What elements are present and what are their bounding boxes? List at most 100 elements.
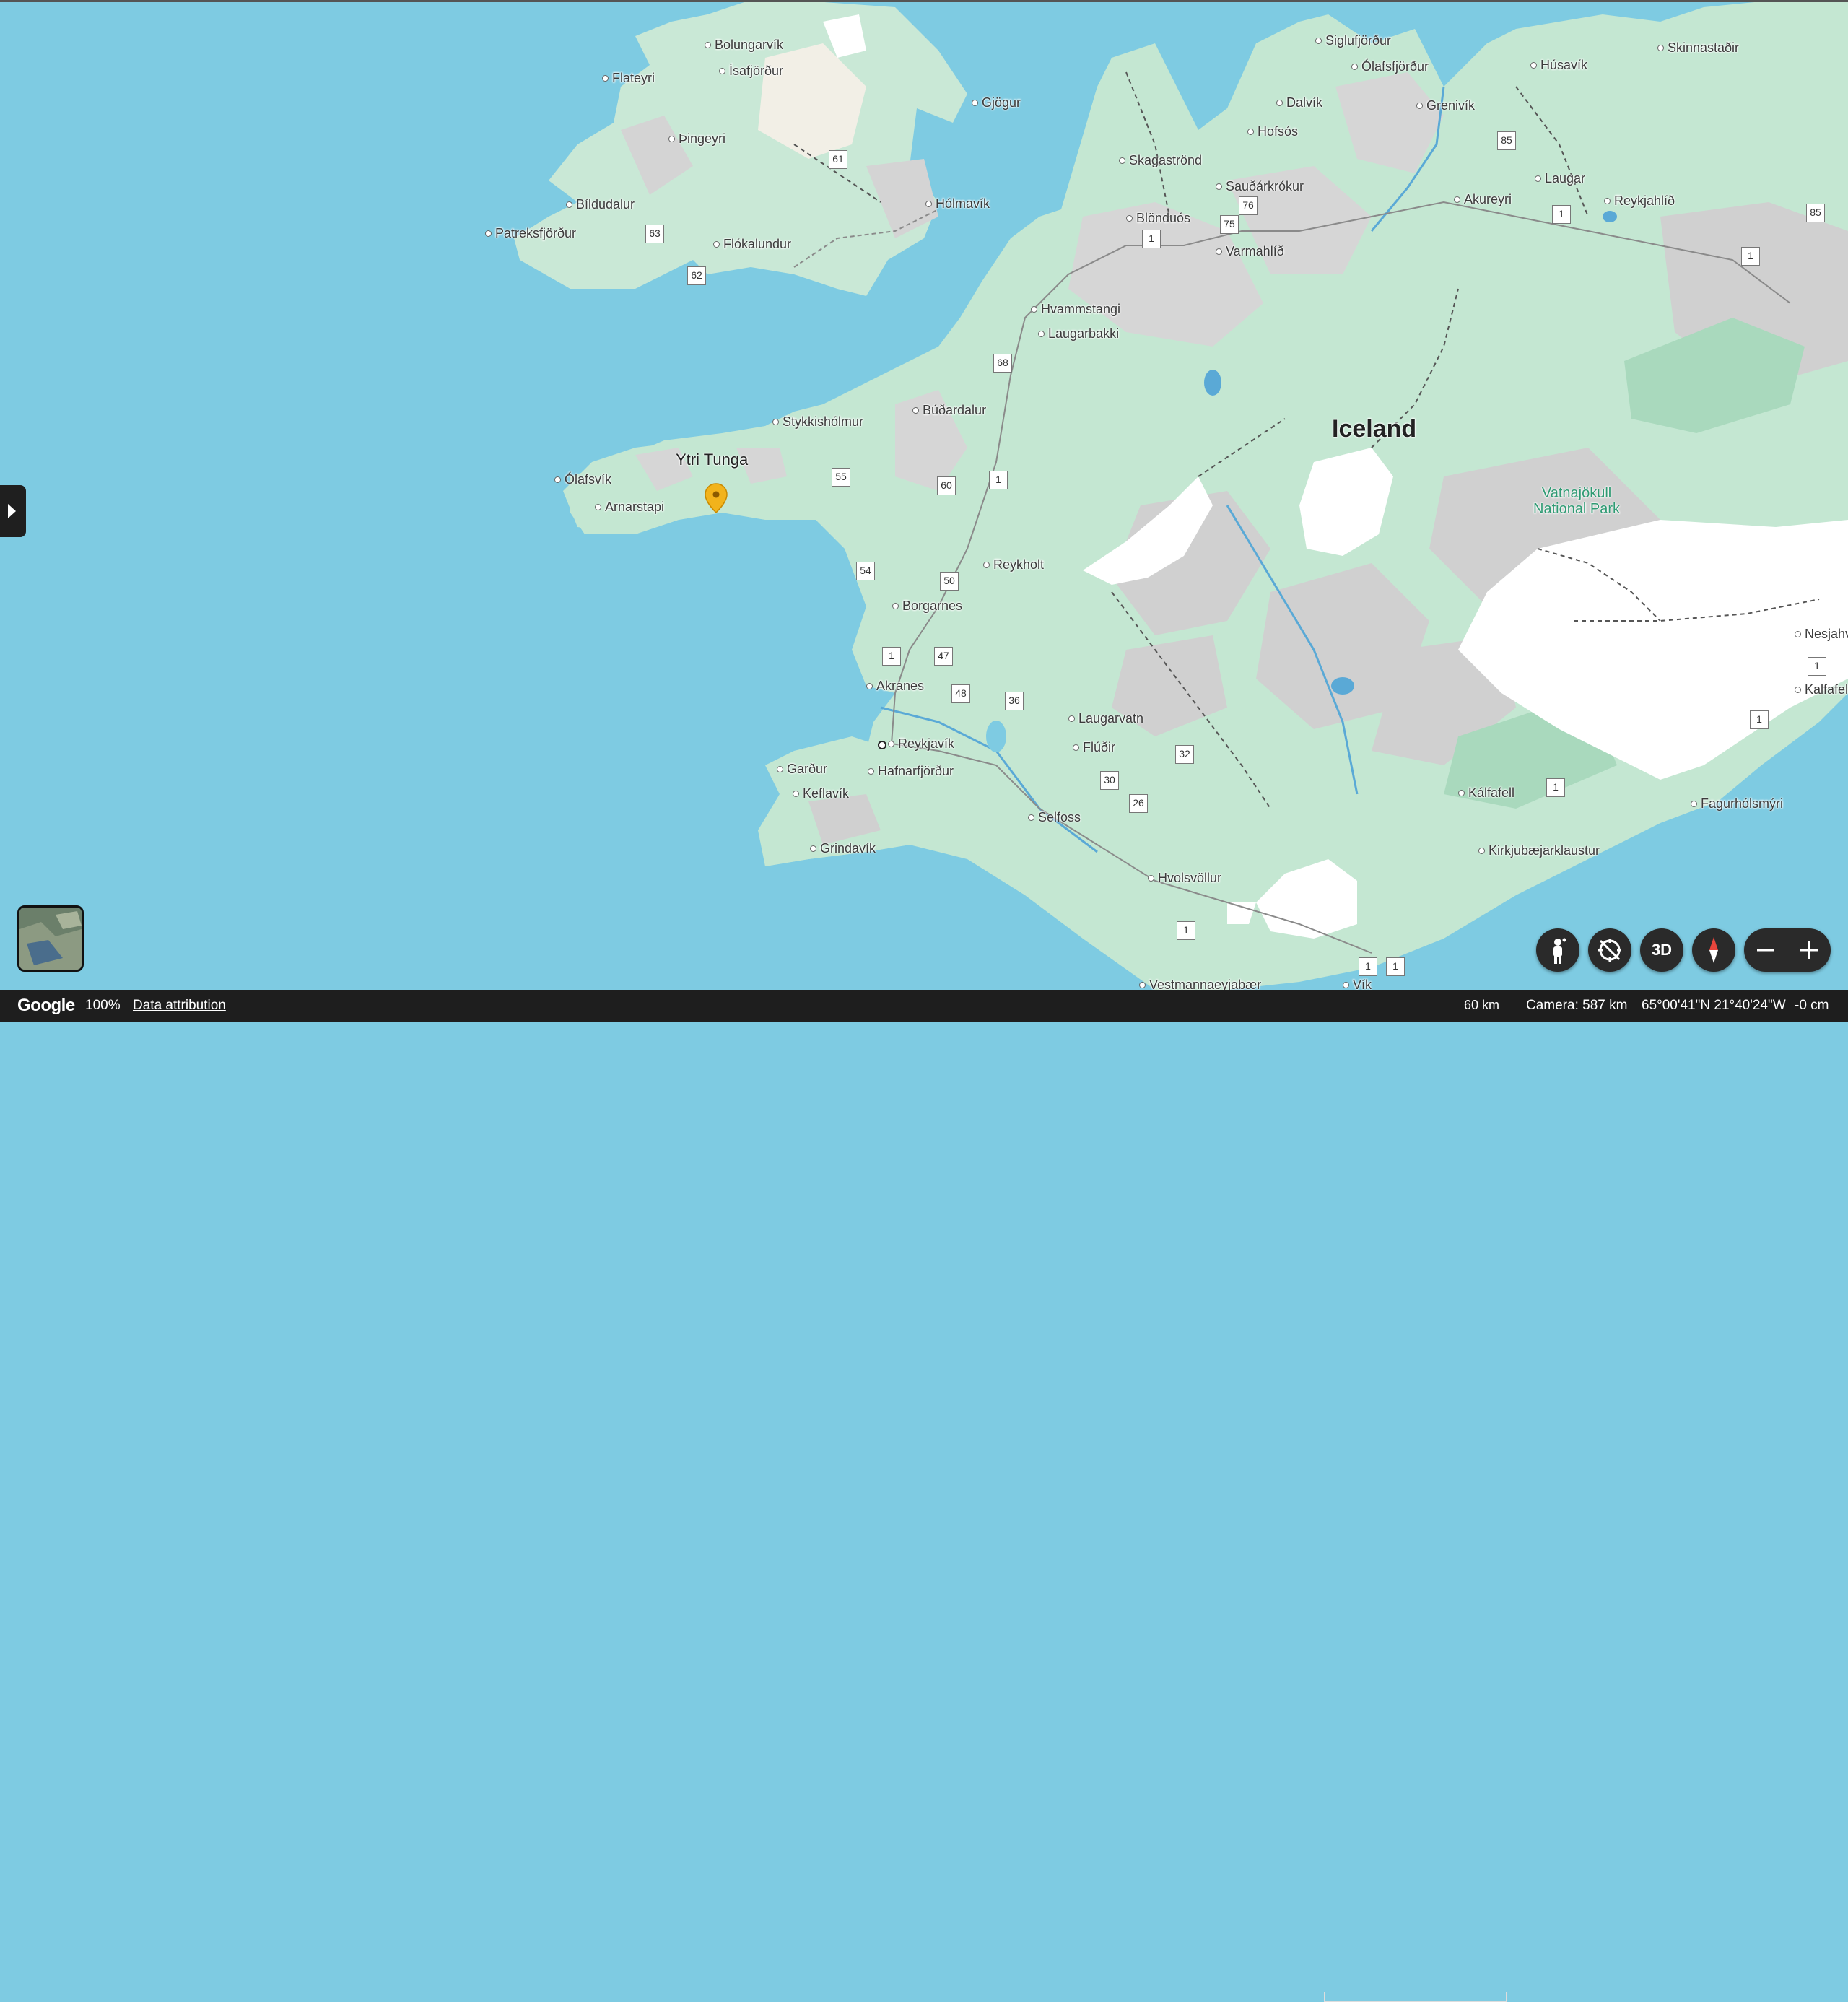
town-label[interactable]: Kalfafell [1805, 682, 1848, 697]
town-label[interactable]: Fagurhólsmýri [1701, 796, 1783, 811]
zoom-out-button[interactable] [1744, 928, 1787, 972]
town-dot [1604, 198, 1611, 204]
town-label[interactable]: Húsavík [1540, 58, 1587, 72]
rotate-off-icon [1598, 939, 1621, 962]
town-label[interactable]: Reykholt [993, 557, 1044, 572]
town-label[interactable]: Bíldudalur [576, 197, 635, 212]
town-label[interactable]: Grenivík [1426, 98, 1475, 113]
town-dot [1795, 631, 1801, 637]
town-label[interactable]: Flókalundur [723, 237, 791, 251]
town-label[interactable]: Varmahlíð [1226, 244, 1284, 258]
town-dot [1068, 715, 1075, 722]
status-footer: Google 100% Data attribution 60 km Camer… [0, 990, 1848, 2002]
town-dot [719, 68, 725, 74]
road-shield: 1 [1177, 921, 1195, 940]
road-shield: 1 [882, 647, 901, 666]
town-dot [1530, 62, 1537, 69]
town-dot [1691, 801, 1697, 807]
town-label[interactable]: Akureyri [1464, 192, 1512, 206]
sidebar-toggle-icon [8, 504, 16, 518]
town-label[interactable]: Akranes [876, 679, 924, 693]
road-shield: 55 [832, 468, 850, 487]
town-dot [705, 42, 711, 48]
town-dot [1126, 215, 1133, 222]
town-label[interactable]: Kirkjubæjarklaustur [1489, 843, 1600, 858]
town-dot [868, 768, 874, 775]
town-label[interactable]: Keflavík [803, 786, 849, 801]
town-label[interactable]: Nesjahv [1805, 627, 1848, 641]
town-label[interactable]: Hvammstangi [1041, 302, 1120, 316]
road-shield: 50 [940, 572, 959, 591]
town-dot [1343, 982, 1349, 988]
town-label[interactable]: Laugarbakki [1048, 326, 1119, 341]
road-shield: 1 [1741, 247, 1760, 266]
data-attribution-link[interactable]: Data attribution [133, 998, 226, 1014]
town-label[interactable]: Patreksfjörður [495, 226, 576, 240]
park-label: Vatnajökull National Park [1533, 485, 1620, 517]
town-label[interactable]: Dalvík [1286, 95, 1322, 110]
road-shield: 32 [1175, 745, 1194, 764]
town-label[interactable]: Laugar [1545, 171, 1585, 186]
zoom-percent: 100% [85, 998, 121, 1013]
town-label[interactable]: Stykkishólmur [783, 414, 863, 429]
town-label[interactable]: Flateyri [612, 71, 655, 85]
town-label[interactable]: Hofsós [1258, 124, 1298, 139]
town-dot [1148, 875, 1154, 882]
town-label[interactable]: Gjögur [982, 95, 1021, 110]
layer-switcher-thumbnail[interactable] [17, 905, 84, 972]
town-dot [713, 241, 720, 248]
town-dot [1276, 100, 1283, 106]
town-label[interactable]: Borgarnes [902, 599, 962, 613]
town-label[interactable]: Búðardalur [923, 403, 986, 417]
town-dot [1073, 744, 1079, 751]
town-label[interactable]: Ólafsfjörður [1361, 59, 1429, 74]
road-shield: 26 [1129, 794, 1148, 813]
country-label: Iceland [1332, 415, 1417, 443]
pegman-button[interactable] [1536, 928, 1579, 972]
zoom-in-button[interactable] [1787, 928, 1831, 972]
town-dot [892, 603, 899, 609]
town-label[interactable]: Kálfafell [1468, 785, 1514, 800]
town-label[interactable]: Skinnastaðir [1668, 40, 1739, 55]
town-label[interactable]: Flúðir [1083, 740, 1115, 754]
town-dot [925, 201, 932, 207]
town-label[interactable]: Ísafjörður [729, 64, 783, 78]
3d-button-label: 3D [1651, 941, 1673, 959]
town-label[interactable]: Hafnarfjörður [878, 764, 954, 778]
town-dot [1119, 157, 1125, 164]
town-label[interactable]: Siglufjörður [1325, 33, 1391, 48]
town-label[interactable]: Selfoss [1038, 810, 1081, 824]
town-dot [1216, 183, 1222, 190]
town-label[interactable]: Reykjahlíð [1614, 193, 1675, 208]
sidebar-toggle-button[interactable] [0, 485, 26, 537]
town-label[interactable]: Sauðárkrókur [1226, 179, 1304, 193]
town-dot [602, 75, 609, 82]
town-dot [1351, 64, 1358, 70]
town-label[interactable]: Skagaströnd [1129, 153, 1202, 167]
town-label[interactable]: Blönduós [1136, 211, 1190, 225]
town-label[interactable]: Garður [787, 762, 827, 776]
camera-altitude: Camera: 587 km [1526, 998, 1628, 1013]
town-label[interactable]: Grindavík [820, 841, 876, 856]
town-dot [1139, 982, 1146, 988]
town-dot [595, 504, 601, 510]
town-label[interactable]: Hólmavík [936, 196, 990, 211]
town-label[interactable]: Bolungarvík [715, 38, 783, 52]
compass-icon [1709, 937, 1718, 963]
town-dot [566, 201, 572, 208]
park-label-line-1: Vatnajökull [1541, 485, 1612, 501]
town-label[interactable]: Laugarvatn [1078, 711, 1143, 726]
town-label[interactable]: Arnarstapi [605, 500, 664, 514]
selected-place-label[interactable]: Ytri Tunga [676, 452, 748, 468]
location-pin-icon[interactable] [704, 482, 728, 514]
3d-button[interactable]: 3D [1640, 928, 1683, 972]
town-label[interactable]: Hvolsvöllur [1158, 871, 1221, 885]
park-label-line-2: National Park [1533, 501, 1621, 517]
town-label[interactable]: Reykjavík [898, 736, 954, 751]
tilt-toggle-button[interactable] [1588, 928, 1631, 972]
road-shield: 1 [1750, 710, 1769, 729]
town-label[interactable]: Þingeyri [679, 131, 725, 146]
compass-button[interactable] [1692, 928, 1735, 972]
town-label[interactable]: Ólafsvík [565, 472, 611, 487]
town-dot [1028, 814, 1034, 821]
